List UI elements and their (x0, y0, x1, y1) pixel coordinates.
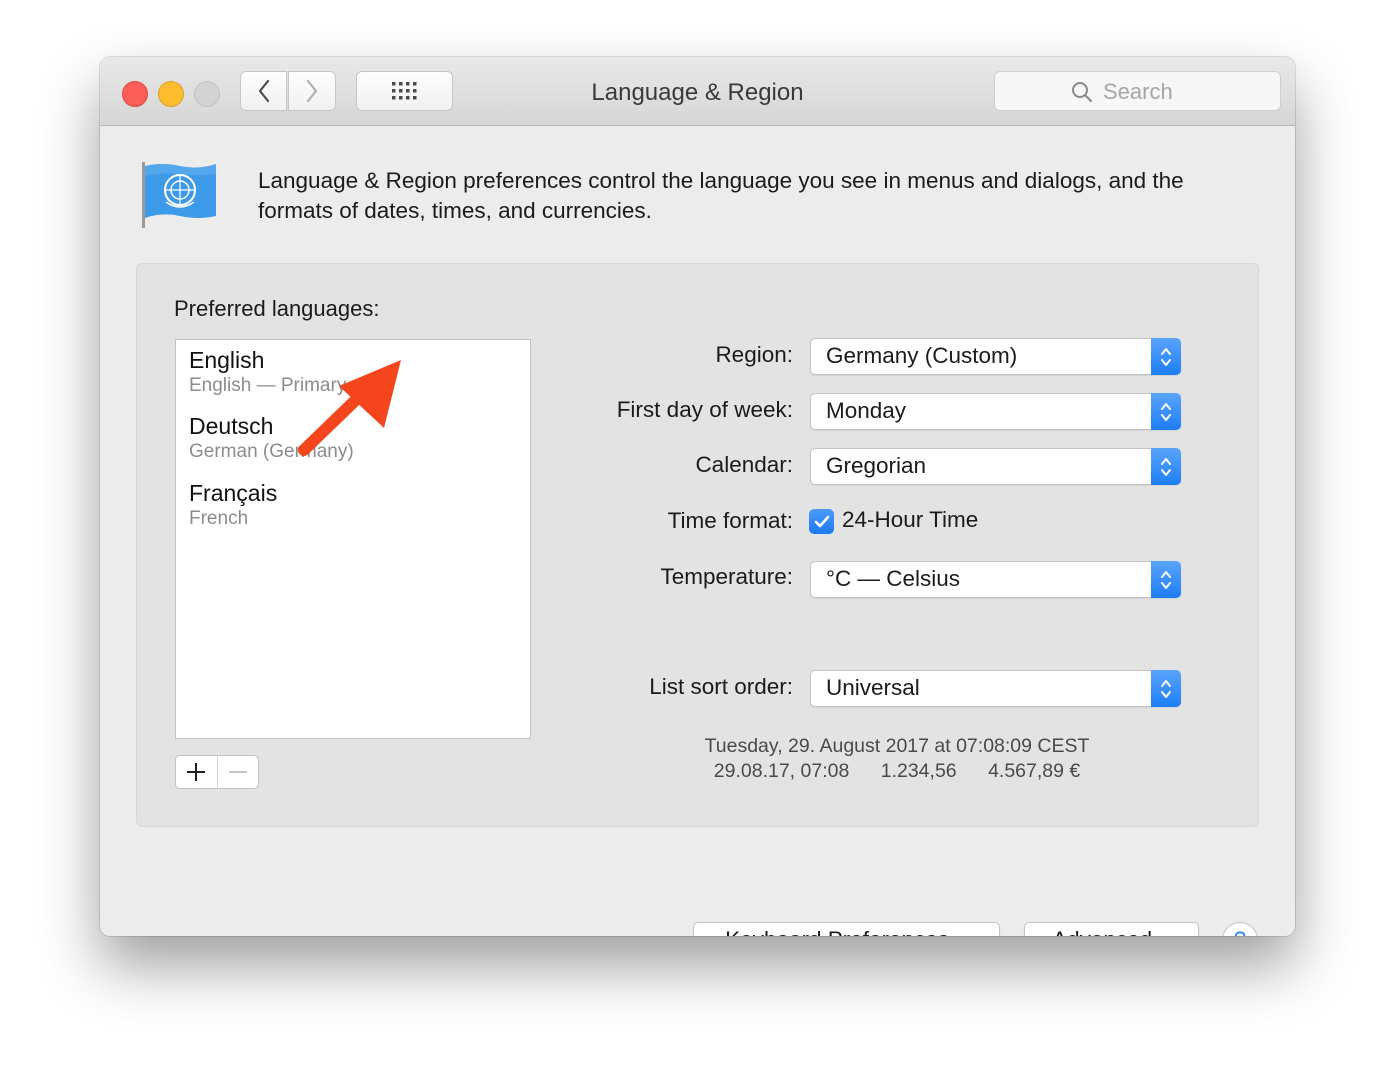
popup-arrows-icon (1151, 448, 1181, 485)
sort-order-popup[interactable]: Universal (810, 670, 1181, 707)
annotation-arrow-icon (298, 360, 401, 456)
temperature-popup[interactable]: °C — Celsius (810, 561, 1181, 598)
calendar-popup[interactable]: Gregorian (810, 448, 1181, 485)
search-placeholder: Search (1103, 79, 1173, 104)
sample-currency: 4.567,89 € (988, 760, 1081, 782)
sample-number: 1.234,56 (880, 760, 957, 782)
title-bar: Language & Region Search (100, 57, 1295, 126)
first-day-popup[interactable]: Monday (810, 393, 1181, 430)
plus-icon (187, 763, 206, 781)
popup-arrows-icon (1151, 338, 1181, 375)
language-name: Français (189, 480, 278, 506)
sample-formats: 29.08.17, 07:08 1.234,56 4.567,89 € (577, 760, 1217, 783)
add-language-button[interactable] (176, 756, 218, 788)
calendar-label: Calendar: (695, 452, 793, 477)
temperature-label: Temperature: (660, 564, 793, 589)
24-hour-label[interactable]: 24-Hour Time (842, 507, 978, 533)
sample-date-short: 29.08.17, 07:08 (713, 760, 850, 782)
first-day-label: First day of week: (616, 397, 793, 422)
checkmark-icon (814, 515, 829, 527)
time-format-label: Time format: (667, 508, 793, 533)
minus-icon (228, 771, 247, 773)
popup-arrows-icon (1151, 393, 1181, 430)
region-value: Germany (Custom) (826, 343, 1018, 368)
add-remove-control (175, 755, 259, 789)
temperature-value: °C — Celsius (826, 566, 961, 591)
sort-order-label: List sort order: (649, 674, 793, 699)
pane-content: Language & Region preferences control th… (100, 126, 1295, 936)
popup-arrows-icon (1151, 561, 1181, 598)
remove-language-button[interactable] (218, 756, 259, 788)
preferences-window: Language & Region Search Language & Regi… (100, 57, 1295, 936)
popup-arrows-icon (1151, 670, 1181, 707)
preferred-languages-label: Preferred languages: (174, 296, 380, 321)
24-hour-checkbox[interactable] (809, 509, 834, 534)
region-label: Region: (715, 342, 793, 367)
first-day-value: Monday (826, 398, 907, 423)
calendar-value: Gregorian (826, 453, 927, 478)
language-subtitle: French (189, 508, 249, 529)
search-field[interactable]: Search (994, 71, 1281, 111)
settings-group: Preferred languages: English English — P… (136, 263, 1259, 827)
intro-text: Language & Region preferences control th… (258, 168, 1184, 223)
language-list[interactable]: English English — Primary Deutsch German… (175, 339, 531, 739)
search-icon (1072, 82, 1093, 103)
advanced-button[interactable]: Advanced... (1024, 922, 1199, 936)
un-flag-icon (142, 162, 216, 228)
list-item[interactable]: Français French (189, 479, 277, 531)
keyboard-preferences-button[interactable]: Keyboard Preferences... (693, 922, 1000, 936)
help-button[interactable]: ? (1222, 922, 1258, 936)
sort-order-value: Universal (826, 675, 920, 700)
region-popup[interactable]: Germany (Custom) (810, 338, 1181, 375)
sample-date-long: Tuesday, 29. August 2017 at 07:08:09 CES… (704, 735, 1090, 757)
